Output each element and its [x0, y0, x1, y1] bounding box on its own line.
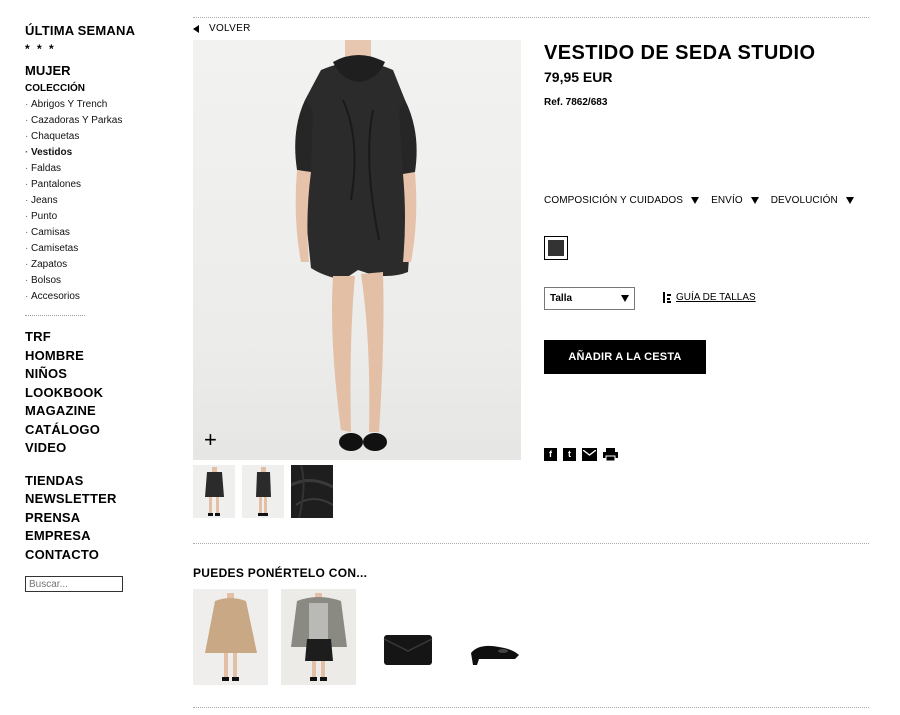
nav-link-trf[interactable]: TRF: [25, 328, 165, 347]
size-guide-label: GUÍA DE TALLAS: [676, 292, 756, 303]
nav-link-ninos[interactable]: NIÑOS: [25, 365, 165, 384]
model-illustration: [295, 40, 417, 451]
nav-link-empresa[interactable]: EMPRESA: [25, 527, 165, 546]
category-item-active[interactable]: Vestidos: [25, 145, 165, 161]
nav-link-hombre[interactable]: HOMBRE: [25, 347, 165, 366]
thumbnail-front[interactable]: [193, 465, 235, 518]
sidebar-subsection-coleccion[interactable]: COLECCIÓN: [25, 82, 165, 95]
product-title: VESTIDO DE SEDA STUDIO: [544, 42, 816, 64]
tab-envio-label: ENVÍO: [711, 195, 743, 206]
email-envelope-glyph: [583, 450, 596, 456]
secondary-nav-links: TIENDAS NEWSLETTER PRENSA EMPRESA CONTAC…: [25, 472, 165, 565]
share-icons: f t: [544, 448, 618, 461]
category-item[interactable]: Camisas: [25, 225, 165, 241]
nav-link-tiendas[interactable]: TIENDAS: [25, 472, 165, 491]
grey-knit-cardigan-image: [291, 593, 347, 681]
chevron-down-icon: [621, 295, 629, 302]
camel-cape-coat-image: [205, 593, 257, 681]
category-item[interactable]: Camisetas: [25, 241, 165, 257]
print-icon[interactable]: [603, 448, 618, 461]
tab-composicion[interactable]: COMPOSICIÓN Y CUIDADOS: [544, 195, 700, 206]
category-item[interactable]: Zapatos: [25, 257, 165, 273]
tab-composicion-label: COMPOSICIÓN Y CUIDADOS: [544, 195, 684, 206]
product-price: 79,95 EUR: [544, 69, 613, 85]
top-divider: [193, 17, 869, 18]
size-select[interactable]: Talla: [544, 287, 635, 310]
add-to-cart-button[interactable]: AÑADIR A LA CESTA: [544, 340, 706, 374]
recommendations-title: PUEDES PONÉRTELO CON...: [193, 566, 368, 580]
back-label: VOLVER: [209, 23, 251, 34]
chevron-down-icon: [691, 197, 700, 204]
sidebar-stars: * * *: [25, 42, 56, 56]
back-link[interactable]: VOLVER: [193, 23, 251, 34]
thumbnail-side-image: [256, 467, 271, 516]
color-swatch[interactable]: [544, 236, 568, 260]
tab-devolucion[interactable]: DEVOLUCIÓN: [771, 195, 854, 206]
thumbnail-detail-image: [291, 465, 333, 518]
recommendation-item[interactable]: [281, 589, 356, 685]
nav-link-video[interactable]: VIDEO: [25, 439, 165, 458]
tab-devolucion-label: DEVOLUCIÓN: [770, 195, 838, 206]
nav-link-lookbook[interactable]: LOOKBOOK: [25, 384, 165, 403]
recommendation-item[interactable]: [193, 589, 268, 685]
main-nav-links: TRF HOMBRE NIÑOS LOOKBOOK MAGAZINE CATÁL…: [25, 328, 165, 458]
facebook-icon[interactable]: f: [544, 448, 557, 461]
nav-link-contacto[interactable]: CONTACTO: [25, 546, 165, 565]
category-item[interactable]: Punto: [25, 209, 165, 225]
nav-link-newsletter[interactable]: NEWSLETTER: [25, 490, 165, 509]
category-item[interactable]: Pantalones: [25, 177, 165, 193]
thumbnail-side[interactable]: [242, 465, 284, 518]
tab-envio[interactable]: ENVÍO: [711, 195, 759, 206]
nav-link-magazine[interactable]: MAGAZINE: [25, 402, 165, 421]
sidebar-item-ultima-semana[interactable]: ÚLTIMA SEMANA: [25, 22, 165, 39]
size-select-value: Talla: [550, 293, 573, 304]
thumbnail-front-image: [205, 467, 224, 516]
chevron-down-icon: [845, 197, 854, 204]
back-arrow-icon: [193, 24, 199, 33]
category-item[interactable]: Cazadoras Y Parkas: [25, 113, 165, 129]
recommendation-item[interactable]: [370, 589, 445, 685]
middle-divider: [193, 543, 869, 544]
product-main-image[interactable]: +: [193, 40, 521, 460]
category-item[interactable]: Faldas: [25, 161, 165, 177]
info-tabs: COMPOSICIÓN Y CUIDADOS ENVÍO DEVOLUCIÓN: [544, 195, 866, 206]
tuenti-icon[interactable]: t: [563, 448, 576, 461]
recommendation-item[interactable]: [459, 589, 534, 685]
category-item[interactable]: Chaquetas: [25, 129, 165, 145]
email-icon[interactable]: [582, 448, 597, 461]
color-swatch-fill: [548, 240, 564, 256]
sidebar-section-mujer[interactable]: MUJER: [25, 63, 165, 79]
chevron-down-icon: [750, 197, 759, 204]
product-reference: Ref. 7862/683: [544, 97, 608, 108]
nav-link-catalogo[interactable]: CATÁLOGO: [25, 421, 165, 440]
category-item[interactable]: Accesorios: [25, 289, 165, 305]
zoom-icon[interactable]: +: [204, 429, 217, 451]
category-item[interactable]: Abrigos Y Trench: [25, 97, 165, 113]
black-patent-pumps-image: [471, 645, 519, 665]
black-clutch-bag-image: [383, 635, 433, 665]
category-list: Abrigos Y Trench Cazadoras Y Parkas Chaq…: [25, 97, 165, 305]
thumbnail-detail[interactable]: [291, 465, 333, 518]
sidebar: ÚLTIMA SEMANA * * * MUJER COLECCIÓN Abri…: [25, 22, 165, 592]
category-item[interactable]: Jeans: [25, 193, 165, 209]
bottom-divider: [193, 707, 869, 708]
search-input[interactable]: [25, 576, 123, 592]
size-guide-link[interactable]: GUÍA DE TALLAS: [661, 292, 756, 303]
printer-glyph: [603, 448, 618, 461]
sidebar-divider: [25, 315, 85, 316]
nav-link-prensa[interactable]: PRENSA: [25, 509, 165, 528]
category-item[interactable]: Bolsos: [25, 273, 165, 289]
size-guide-icon: [663, 292, 671, 303]
